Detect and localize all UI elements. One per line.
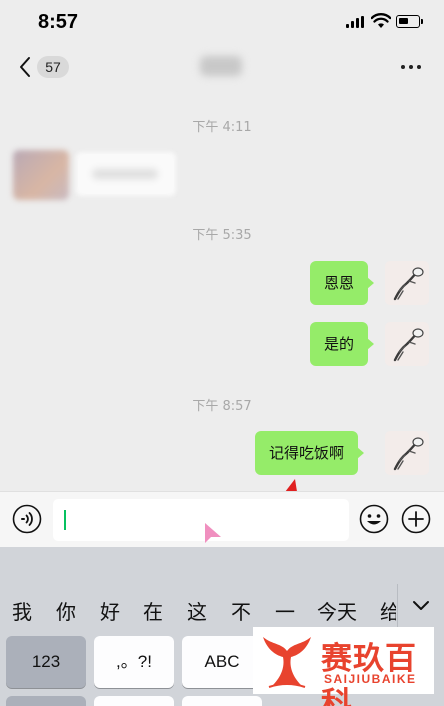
keyboard-key[interactable]	[6, 696, 86, 706]
numbers-key[interactable]: 123	[6, 636, 86, 688]
back-chevron-icon[interactable]	[18, 56, 32, 78]
user-avatar[interactable]	[385, 322, 429, 366]
chat-header: 57	[0, 44, 444, 90]
message-text-field[interactable]	[53, 499, 349, 541]
keyboard-key[interactable]	[94, 696, 174, 706]
cat-avatar-image	[393, 437, 424, 471]
candidate-word[interactable]: 我	[12, 596, 32, 625]
candidate-word[interactable]: 一	[275, 596, 295, 625]
wifi-icon	[371, 13, 391, 28]
pointer-cursor-icon	[205, 523, 221, 543]
sent-message-bubble[interactable]: 是的	[310, 322, 375, 366]
punctuation-key[interactable]: ,。?!	[94, 636, 174, 688]
candidate-word[interactable]: 好	[100, 596, 120, 625]
unread-count-badge[interactable]: 57	[37, 56, 69, 78]
status-time: 8:57	[38, 11, 79, 33]
text-caret	[64, 510, 66, 530]
abc-key[interactable]: ABC	[182, 636, 262, 688]
timestamp: 下午 8:57	[192, 399, 252, 414]
received-message-blurred[interactable]	[76, 152, 176, 196]
timestamp: 下午 5:35	[192, 228, 252, 243]
signal-icon	[346, 16, 364, 28]
more-options-icon[interactable]	[401, 65, 423, 71]
battery-icon	[396, 15, 423, 28]
watermark-subtext: SAIJIUBAIKE	[324, 672, 417, 686]
status-bar: 8:57	[0, 0, 444, 44]
candidate-word[interactable]: 不	[231, 596, 251, 625]
emoji-icon[interactable]	[359, 504, 389, 534]
expand-candidates-button[interactable]	[397, 584, 444, 632]
watermark-text: 赛玖百科	[321, 641, 417, 706]
watermark: 赛玖百科 SAIJIUBAIKE	[253, 627, 434, 706]
candidate-word[interactable]: 这	[187, 596, 207, 625]
chevron-down-icon	[413, 601, 429, 610]
candidate-word[interactable]: 你	[56, 596, 76, 625]
user-avatar[interactable]	[385, 431, 429, 475]
more-functions-icon[interactable]	[401, 504, 431, 534]
candidate-word[interactable]: 给	[380, 596, 396, 625]
sent-message-bubble[interactable]: 恩恩	[310, 261, 375, 305]
user-avatar[interactable]	[385, 261, 429, 305]
timestamp: 下午 4:11	[192, 120, 252, 135]
chat-title-blurred	[200, 56, 242, 76]
contact-avatar[interactable]	[13, 150, 69, 200]
keyboard-key[interactable]	[182, 696, 262, 706]
sent-message-bubble[interactable]: 记得吃饭啊	[255, 431, 365, 475]
whale-tail-logo	[263, 637, 311, 688]
candidate-word[interactable]: 在	[143, 596, 163, 625]
cat-avatar-image	[393, 328, 424, 362]
voice-input-icon[interactable]	[12, 504, 42, 534]
cat-avatar-image	[393, 267, 424, 301]
candidate-word[interactable]: 今天	[317, 596, 357, 625]
